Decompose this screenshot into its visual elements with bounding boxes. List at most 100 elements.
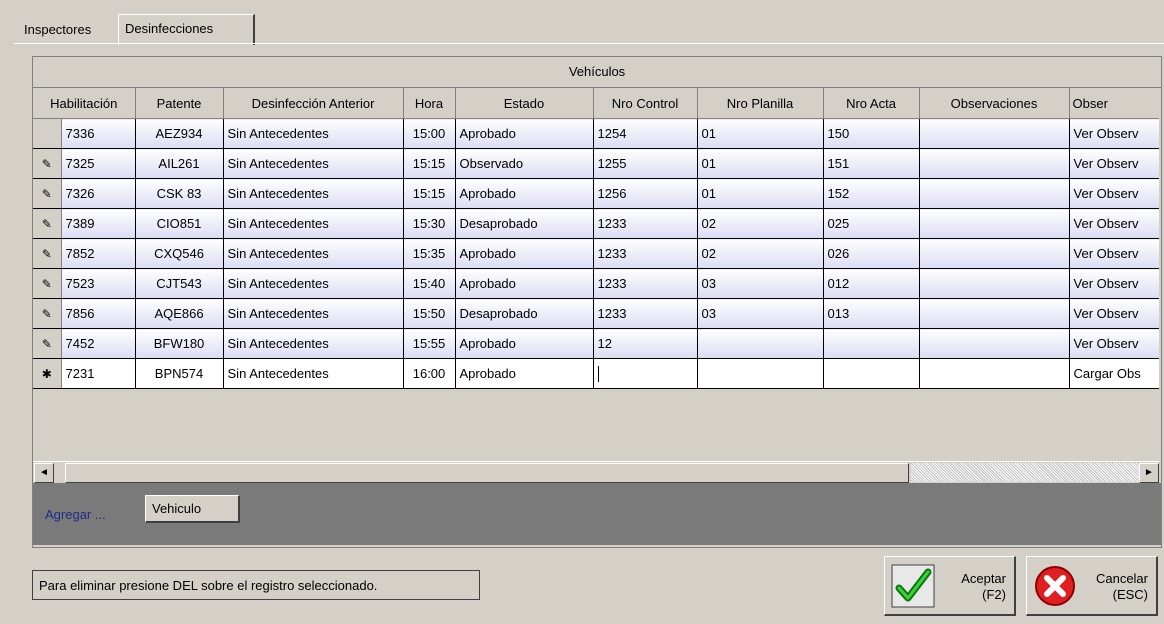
cell-habilitacion[interactable]: 7523	[61, 268, 136, 299]
cell-obser-link[interactable]: Ver Observ	[1069, 238, 1159, 269]
cell-obser-link[interactable]: Ver Observ	[1069, 298, 1159, 329]
cell-nro-control-editing[interactable]	[593, 358, 698, 389]
cell-nro-acta[interactable]: 025	[823, 208, 920, 239]
cell-hora[interactable]: 15:40	[403, 268, 456, 299]
grid-scroll-area[interactable]: Habilitación Patente Desinfección Anteri…	[33, 88, 1159, 430]
table-row[interactable]: ✎ 7325 AIL261 Sin Antecedentes 15:15 Obs…	[33, 148, 1159, 179]
column-header-desinfeccion-anterior[interactable]: Desinfección Anterior	[223, 88, 404, 119]
cell-hora[interactable]: 15:15	[403, 148, 456, 179]
cell-estado[interactable]: Aprobado	[455, 118, 594, 149]
cell-patente[interactable]: CSK 83	[135, 178, 224, 209]
table-row[interactable]: ✎ 7326 CSK 83 Sin Antecedentes 15:15 Apr…	[33, 178, 1159, 209]
table-row[interactable]: 7336 AEZ934 Sin Antecedentes 15:00 Aprob…	[33, 118, 1159, 149]
cell-desinfeccion-anterior[interactable]: Sin Antecedentes	[223, 298, 404, 329]
cell-patente[interactable]: BPN574	[135, 358, 224, 389]
cell-hora[interactable]: 15:55	[403, 328, 456, 359]
cell-habilitacion[interactable]: 7336	[61, 118, 136, 149]
cell-observaciones[interactable]	[919, 178, 1070, 209]
cell-habilitacion[interactable]: 7389	[61, 208, 136, 239]
cell-patente[interactable]: AIL261	[135, 148, 224, 179]
cell-obser-link[interactable]: Ver Observ	[1069, 208, 1159, 239]
cell-estado[interactable]: Desaprobado	[455, 298, 594, 329]
column-header-hora[interactable]: Hora	[403, 88, 456, 119]
cell-patente[interactable]: AQE866	[135, 298, 224, 329]
cell-obser-link[interactable]: Ver Observ	[1069, 148, 1159, 179]
cell-observaciones[interactable]	[919, 118, 1070, 149]
cell-observaciones[interactable]	[919, 298, 1070, 329]
cell-nro-planilla[interactable]: 01	[697, 178, 824, 209]
edit-pencil-icon[interactable]: ✎	[33, 148, 62, 179]
cell-nro-control[interactable]: 1233	[593, 208, 698, 239]
column-header-patente[interactable]: Patente	[135, 88, 224, 119]
cell-observaciones[interactable]	[919, 148, 1070, 179]
cell-estado[interactable]: Aprobado	[455, 178, 594, 209]
cell-nro-acta[interactable]: 151	[823, 148, 920, 179]
cell-nro-planilla[interactable]: 03	[697, 268, 824, 299]
cell-obser-link[interactable]: Ver Observ	[1069, 178, 1159, 209]
cell-nro-control[interactable]: 1233	[593, 268, 698, 299]
cell-nro-planilla[interactable]	[697, 328, 824, 359]
cell-estado[interactable]: Aprobado	[455, 358, 594, 389]
cell-nro-planilla[interactable]: 01	[697, 148, 824, 179]
cell-nro-acta[interactable]	[823, 358, 920, 389]
cell-observaciones[interactable]	[919, 208, 1070, 239]
cell-patente[interactable]: CIO851	[135, 208, 224, 239]
cell-estado[interactable]: Aprobado	[455, 328, 594, 359]
cell-habilitacion[interactable]: 7452	[61, 328, 136, 359]
tab-desinfecciones[interactable]: Desinfecciones	[118, 14, 255, 45]
edit-pencil-icon[interactable]: ✎	[33, 238, 62, 269]
cell-hora[interactable]: 15:50	[403, 298, 456, 329]
table-row[interactable]: ✎ 7856 AQE866 Sin Antecedentes 15:50 Des…	[33, 298, 1159, 329]
cell-habilitacion[interactable]: 7325	[61, 148, 136, 179]
cell-observaciones[interactable]	[919, 328, 1070, 359]
cell-estado[interactable]: Desaprobado	[455, 208, 594, 239]
column-header-obser[interactable]: Obser	[1069, 88, 1159, 119]
scrollbar-thumb[interactable]	[65, 463, 909, 483]
cell-desinfeccion-anterior[interactable]: Sin Antecedentes	[223, 328, 404, 359]
cell-desinfeccion-anterior[interactable]: Sin Antecedentes	[223, 208, 404, 239]
edit-pencil-icon[interactable]: ✎	[33, 178, 62, 209]
cell-nro-acta[interactable]: 012	[823, 268, 920, 299]
cell-habilitacion[interactable]: 7856	[61, 298, 136, 329]
cell-nro-control[interactable]: 1256	[593, 178, 698, 209]
horizontal-scrollbar[interactable]: ◄ ►	[33, 461, 1159, 483]
add-vehiculo-button[interactable]: Vehiculo	[145, 495, 240, 523]
cell-hora[interactable]: 15:15	[403, 178, 456, 209]
cell-patente[interactable]: BFW180	[135, 328, 224, 359]
cell-nro-control[interactable]: 1254	[593, 118, 698, 149]
cell-desinfeccion-anterior[interactable]: Sin Antecedentes	[223, 268, 404, 299]
cell-nro-control[interactable]: 1233	[593, 238, 698, 269]
cell-habilitacion[interactable]: 7231	[61, 358, 136, 389]
cell-desinfeccion-anterior[interactable]: Sin Antecedentes	[223, 238, 404, 269]
cell-nro-planilla[interactable]: 03	[697, 298, 824, 329]
column-header-nro-control[interactable]: Nro Control	[593, 88, 698, 119]
cancelar-button[interactable]: Cancelar (ESC)	[1026, 556, 1158, 616]
cell-estado[interactable]: Aprobado	[455, 268, 594, 299]
column-header-nro-acta[interactable]: Nro Acta	[823, 88, 920, 119]
column-header-estado[interactable]: Estado	[455, 88, 594, 119]
edit-pencil-icon[interactable]: ✎	[33, 328, 62, 359]
cell-obser-link[interactable]: Ver Observ	[1069, 118, 1159, 149]
cell-hora[interactable]: 15:00	[403, 118, 456, 149]
new-record-asterisk-icon[interactable]: ✱	[33, 358, 62, 389]
scrollbar-track[interactable]	[911, 463, 1139, 482]
cell-patente[interactable]: CJT543	[135, 268, 224, 299]
cell-desinfeccion-anterior[interactable]: Sin Antecedentes	[223, 118, 404, 149]
cell-patente[interactable]: CXQ546	[135, 238, 224, 269]
cell-nro-planilla[interactable]: 01	[697, 118, 824, 149]
cell-estado[interactable]: Observado	[455, 148, 594, 179]
table-row[interactable]: ✎ 7523 CJT543 Sin Antecedentes 15:40 Apr…	[33, 268, 1159, 299]
row-indicator[interactable]	[33, 118, 62, 149]
cell-habilitacion[interactable]: 7326	[61, 178, 136, 209]
cell-nro-acta[interactable]	[823, 328, 920, 359]
cell-nro-control[interactable]: 12	[593, 328, 698, 359]
cell-nro-control[interactable]: 1255	[593, 148, 698, 179]
cell-desinfeccion-anterior[interactable]: Sin Antecedentes	[223, 178, 404, 209]
cell-obser-link[interactable]: Ver Observ	[1069, 328, 1159, 359]
edit-pencil-icon[interactable]: ✎	[33, 268, 62, 299]
cell-hora[interactable]: 16:00	[403, 358, 456, 389]
scroll-right-icon[interactable]: ►	[1139, 463, 1159, 483]
cell-habilitacion[interactable]: 7852	[61, 238, 136, 269]
cell-estado[interactable]: Aprobado	[455, 238, 594, 269]
tab-inspectores[interactable]: Inspectores	[18, 18, 126, 42]
